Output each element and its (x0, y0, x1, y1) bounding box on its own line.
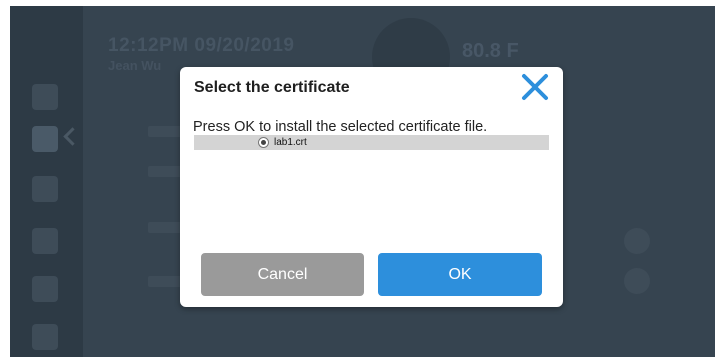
background-row (148, 166, 182, 177)
background-subtitle: Jean Wu (108, 58, 162, 73)
cancel-button[interactable]: Cancel (201, 253, 364, 296)
background-time: 12:12PM 09/20/2019 (108, 35, 295, 56)
sidebar (10, 6, 83, 357)
dialog-message: Press OK to install the selected certifi… (193, 119, 488, 135)
close-icon[interactable] (518, 70, 552, 104)
background-row (148, 276, 184, 287)
user-icon (32, 228, 58, 254)
background-toggle (624, 268, 650, 294)
radio-selected-icon[interactable] (258, 137, 269, 148)
certificate-dialog: Select the certificate Press OK to insta… (180, 67, 563, 307)
file-label: lab1.crt (274, 137, 307, 148)
wrench-icon (32, 324, 58, 350)
ok-button[interactable]: OK (378, 253, 542, 296)
background-toggle (624, 228, 650, 254)
home-icon (32, 84, 58, 110)
dialog-title: Select the certificate (194, 79, 350, 96)
lock-icon (32, 276, 58, 302)
settings-icon (32, 126, 58, 152)
certificate-list: lab1.crt (194, 135, 549, 150)
background-temperature: 80.8 F (462, 40, 519, 62)
list-item[interactable]: lab1.crt (258, 136, 307, 149)
network-icon (32, 176, 58, 202)
